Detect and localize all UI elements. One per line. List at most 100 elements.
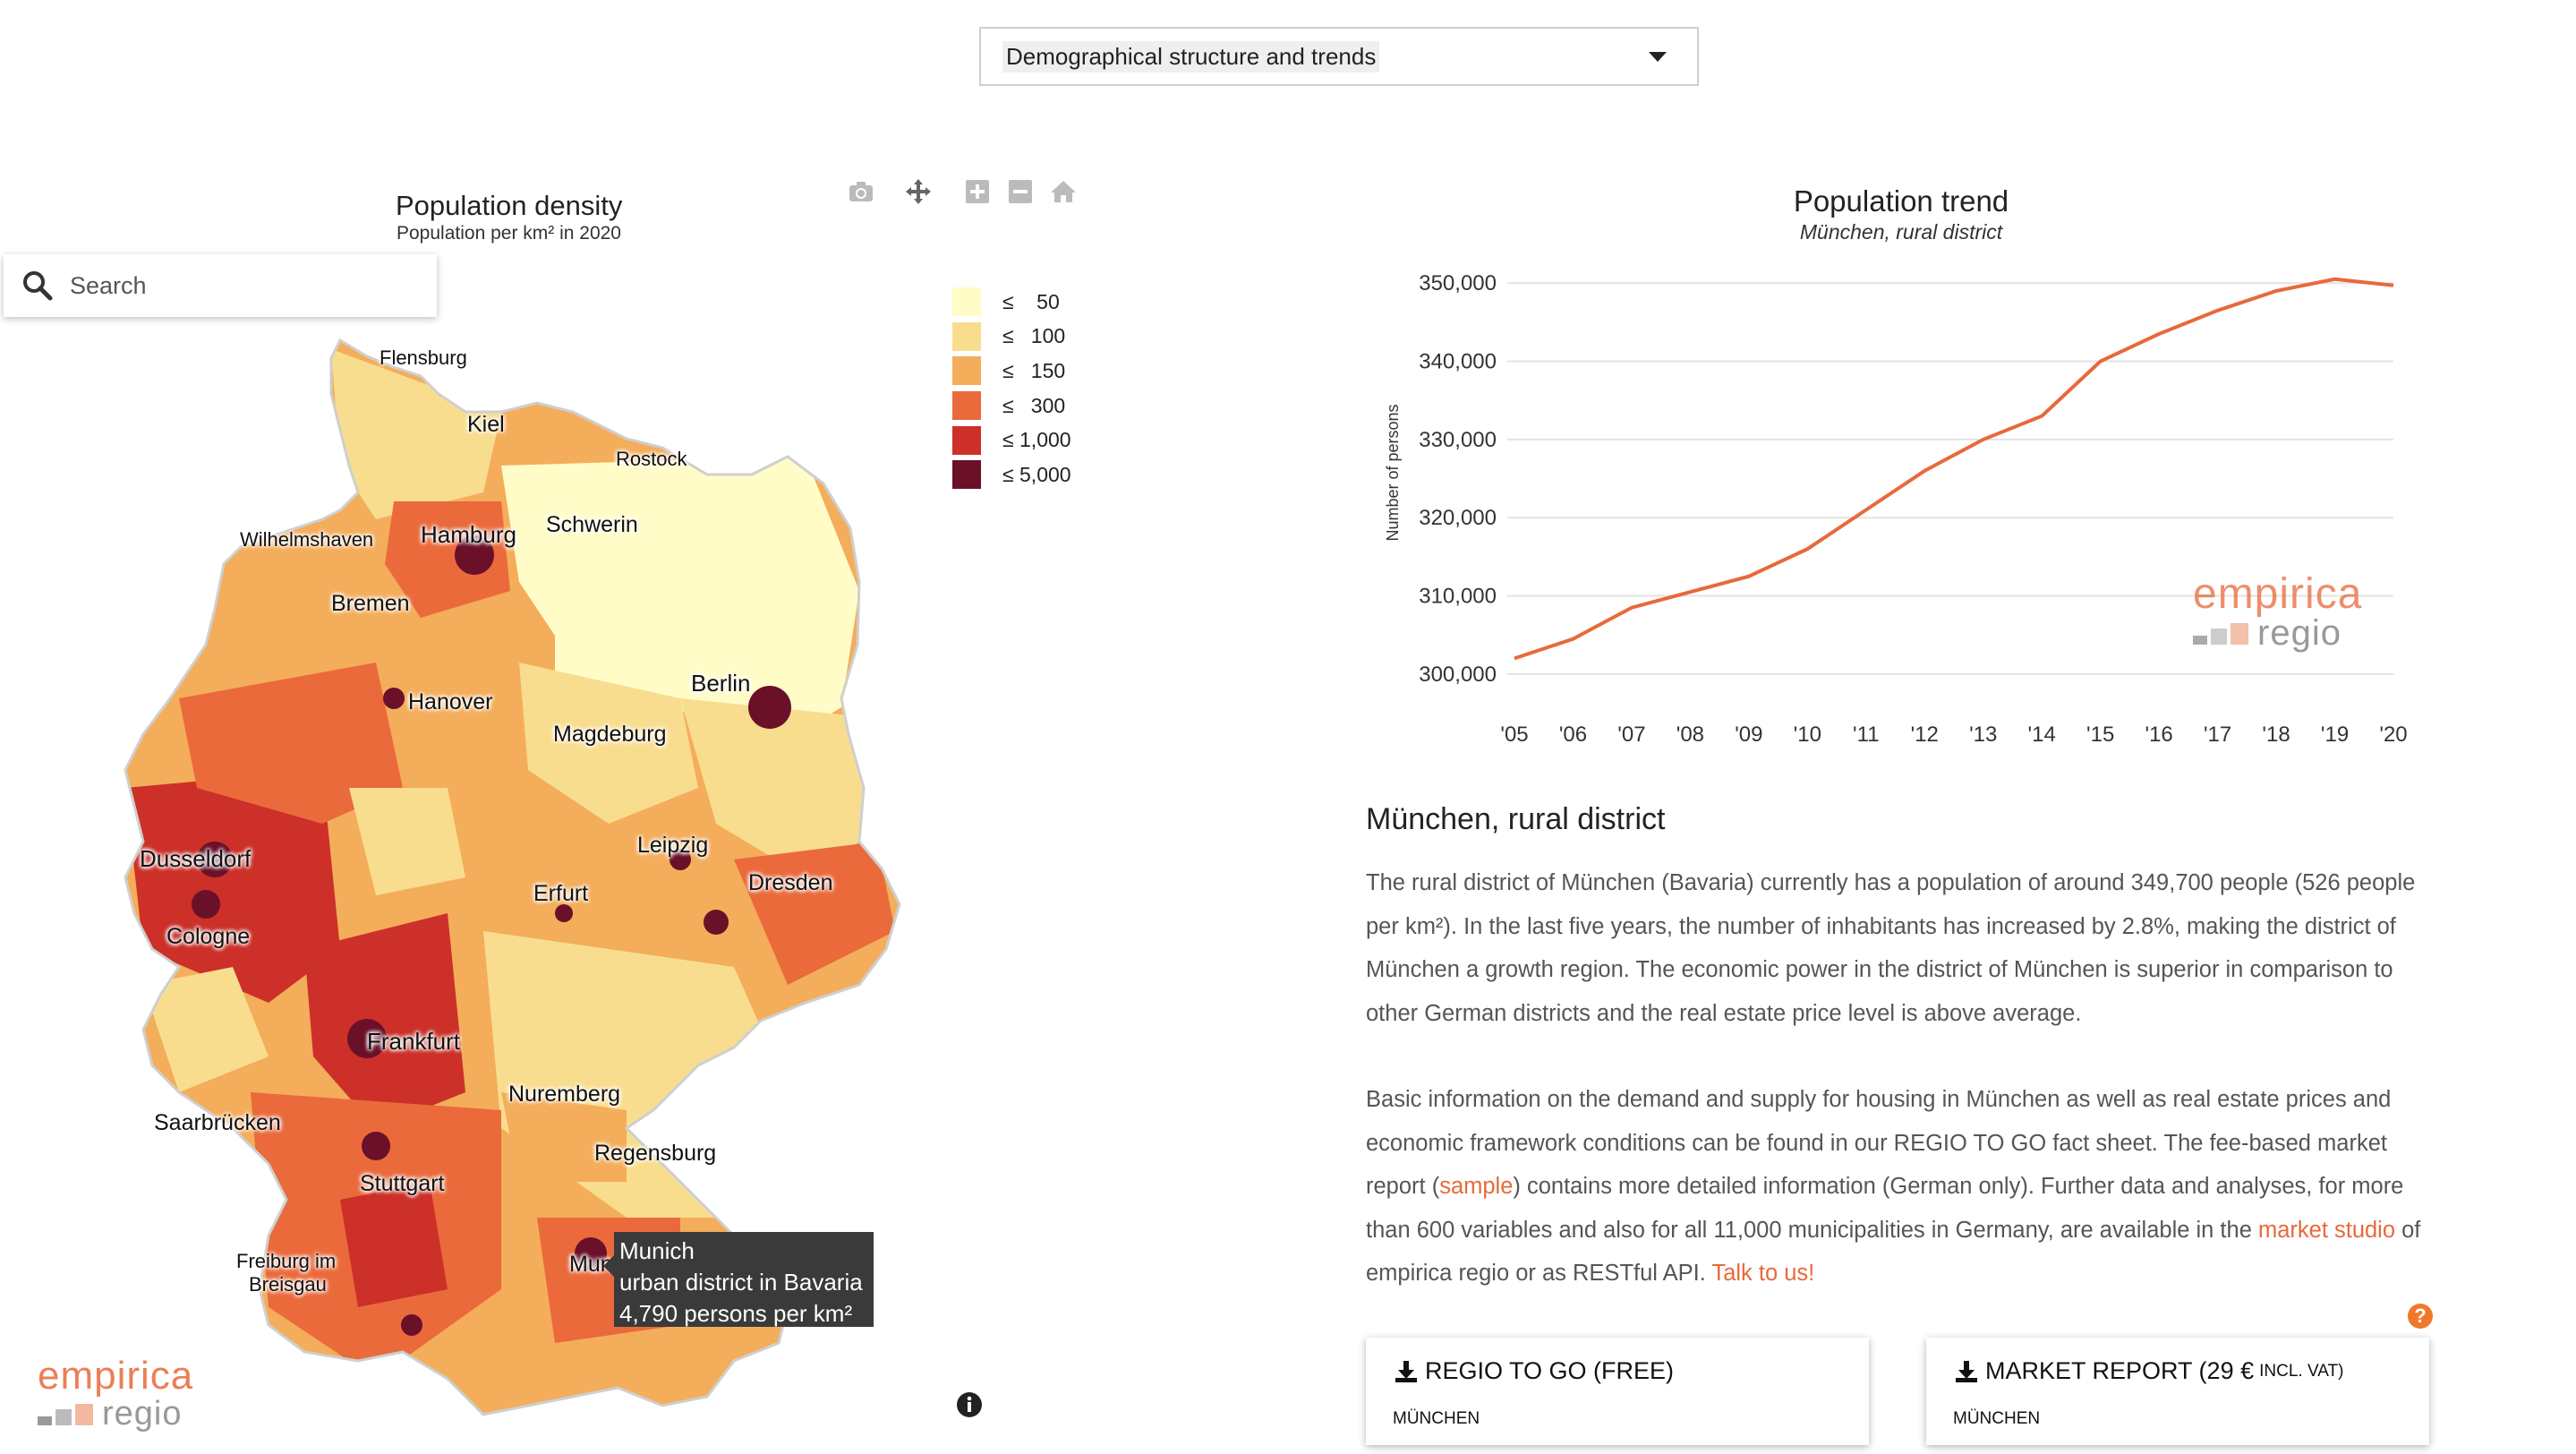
- legend-swatch: [952, 321, 981, 351]
- logo-name: empirica: [38, 1354, 194, 1398]
- y-tick-label: 330,000: [1419, 428, 1497, 452]
- logo-sub: regio: [102, 1395, 183, 1433]
- zoom-out-icon[interactable]: [1004, 175, 1036, 208]
- district-description: The rural district of München (Bavaria) …: [1366, 870, 2416, 1026]
- city-label-wilhelmshaven: Wilhelmshaven: [240, 528, 374, 551]
- city-label-kiel: Kiel: [467, 412, 505, 437]
- city-label-freiburg-1: Freiburg im: [236, 1250, 337, 1272]
- talk-to-us-link[interactable]: Talk to us!: [1711, 1261, 1814, 1286]
- tooltip-value: 4,790 persons per km²: [619, 1300, 853, 1327]
- x-tick-label: '19: [2321, 723, 2349, 743]
- download-icon: [1956, 1360, 1977, 1382]
- city-label-cologne: Cologne: [166, 924, 251, 949]
- sample-link[interactable]: sample: [1439, 1174, 1513, 1199]
- city-label-flensburg: Flensburg: [380, 346, 467, 369]
- city-label-dusseldorf: Dusseldorf: [140, 845, 252, 872]
- y-axis-label: Number of persons: [1384, 404, 1402, 541]
- legend-swatch: [952, 287, 981, 317]
- x-tick-label: '20: [2379, 723, 2407, 743]
- regio-to-go-region: MÜNCHEN: [1393, 1409, 1480, 1428]
- market-report-region: MÜNCHEN: [1953, 1409, 2041, 1428]
- y-tick-label: 310,000: [1419, 585, 1497, 609]
- pan-icon[interactable]: [902, 175, 934, 208]
- camera-icon[interactable]: [845, 175, 877, 208]
- x-tick-label: '15: [2086, 723, 2114, 743]
- map-subtitle: Population per km² in 2020: [397, 223, 621, 244]
- city-label-magdeburg: Magdeburg: [553, 722, 667, 747]
- district-heading: München, rural district: [1366, 802, 1666, 836]
- x-tick-label: '09: [1735, 723, 1762, 743]
- market-report-button[interactable]: MARKET REPORT (29 € INCL. VAT) MÜNCHEN: [1926, 1338, 2429, 1445]
- search-bar[interactable]: [4, 254, 437, 317]
- map-legend: ≤ 50 ≤ 100 ≤ 150 ≤ 300 ≤ 1,000 ≤ 5,000: [952, 285, 1071, 492]
- legend-swatch: [952, 356, 981, 386]
- legend-label: ≤ 150: [1002, 358, 1066, 382]
- empirica-logo-map: empirica regio: [38, 1354, 193, 1433]
- empirica-logo-chart: empirica regio: [2193, 569, 2362, 654]
- x-tick-label: '14: [2028, 723, 2056, 743]
- y-tick-label: 300,000: [1419, 663, 1497, 687]
- chart-logo-sub: regio: [2257, 613, 2341, 653]
- city-label-regensburg: Regensburg: [594, 1141, 717, 1166]
- info-icon[interactable]: [956, 1391, 983, 1418]
- home-icon[interactable]: [1047, 175, 1079, 208]
- regio-to-go-button[interactable]: REGIO TO GO (FREE) MÜNCHEN: [1366, 1338, 1869, 1445]
- legend-label: ≤ 1,000: [1002, 428, 1071, 452]
- legend-swatch: [952, 391, 981, 421]
- regio-to-go-label: REGIO TO GO (FREE): [1425, 1357, 1675, 1384]
- legend-item: ≤ 150: [952, 354, 1071, 389]
- legend-label: ≤ 50: [1002, 289, 1060, 313]
- legend-swatch: [952, 460, 981, 490]
- legend-item: ≤ 1,000: [952, 423, 1071, 458]
- chart-logo-name: empirica: [2193, 570, 2363, 618]
- city-label-schwerin: Schwerin: [546, 512, 638, 537]
- x-tick-label: '07: [1617, 723, 1645, 743]
- city-label-dresden: Dresden: [748, 870, 833, 895]
- legend-label: ≤ 300: [1002, 393, 1066, 417]
- x-tick-label: '11: [1853, 723, 1880, 743]
- map-tooltip: Munich urban district in Bavaria 4,790 p…: [603, 1232, 874, 1327]
- x-tick-label: '18: [2262, 723, 2290, 743]
- chart-title-text: Population trend: [1793, 184, 2009, 218]
- y-tick-label: 320,000: [1419, 506, 1497, 530]
- chart-subtitle: München, rural district: [1799, 220, 2003, 244]
- city-label-rostock: Rostock: [616, 448, 687, 470]
- legend-item: ≤ 5,000: [952, 458, 1071, 492]
- x-tick-label: '05: [1500, 723, 1528, 743]
- market-report-label: MARKET REPORT (29 €: [1985, 1357, 2255, 1384]
- search-icon: [23, 271, 53, 301]
- x-tick-label: '06: [1559, 723, 1587, 743]
- search-input[interactable]: [68, 270, 412, 301]
- x-tick-label: '17: [2204, 723, 2231, 743]
- legend-item: ≤ 300: [952, 389, 1071, 423]
- legend-item: ≤ 50: [952, 285, 1071, 320]
- city-label-freiburg-2: Breisgau: [249, 1273, 327, 1296]
- x-tick-label: '08: [1676, 723, 1704, 743]
- download-icon: [1395, 1360, 1417, 1382]
- legend-label: ≤ 100: [1002, 324, 1066, 348]
- topic-dropdown-value: Demographical structure and trends: [1002, 40, 1380, 73]
- help-icon[interactable]: ?: [2408, 1304, 2433, 1329]
- chevron-down-icon: [1649, 52, 1667, 62]
- city-label-erfurt: Erfurt: [533, 881, 589, 906]
- zoom-in-icon[interactable]: [961, 175, 994, 208]
- district-info-paragraph: Basic information on the demand and supp…: [1366, 1078, 2440, 1296]
- city-label-frankfurt: Frankfurt: [367, 1028, 461, 1055]
- legend-label: ≤ 5,000: [1002, 462, 1071, 486]
- tooltip-type: urban district in Bavaria: [619, 1269, 863, 1296]
- x-tick-label: '12: [1911, 723, 1939, 743]
- topic-dropdown[interactable]: Demographical structure and trends: [979, 27, 1699, 86]
- x-tick-label: '10: [1794, 723, 1821, 743]
- population-trend-chart: 300,000 310,000 320,000 330,000 340,000 350,0…: [1384, 271, 2408, 743]
- city-label-nuremberg: Nuremberg: [508, 1082, 621, 1107]
- y-tick-label: 340,000: [1419, 350, 1497, 374]
- city-label-hamburg: Hamburg: [421, 521, 516, 548]
- market-studio-link[interactable]: market studio: [2258, 1218, 2395, 1243]
- city-label-bremen: Bremen: [331, 591, 410, 616]
- city-label-stuttgart: Stuttgart: [360, 1171, 445, 1196]
- info-text-2: ) contains more detailed information (Ge…: [1366, 1174, 2404, 1243]
- city-label-berlin: Berlin: [691, 670, 751, 697]
- y-tick-label: 350,000: [1419, 271, 1497, 295]
- city-label-leipzig: Leipzig: [637, 833, 709, 858]
- market-report-vat: INCL. VAT): [2259, 1361, 2344, 1381]
